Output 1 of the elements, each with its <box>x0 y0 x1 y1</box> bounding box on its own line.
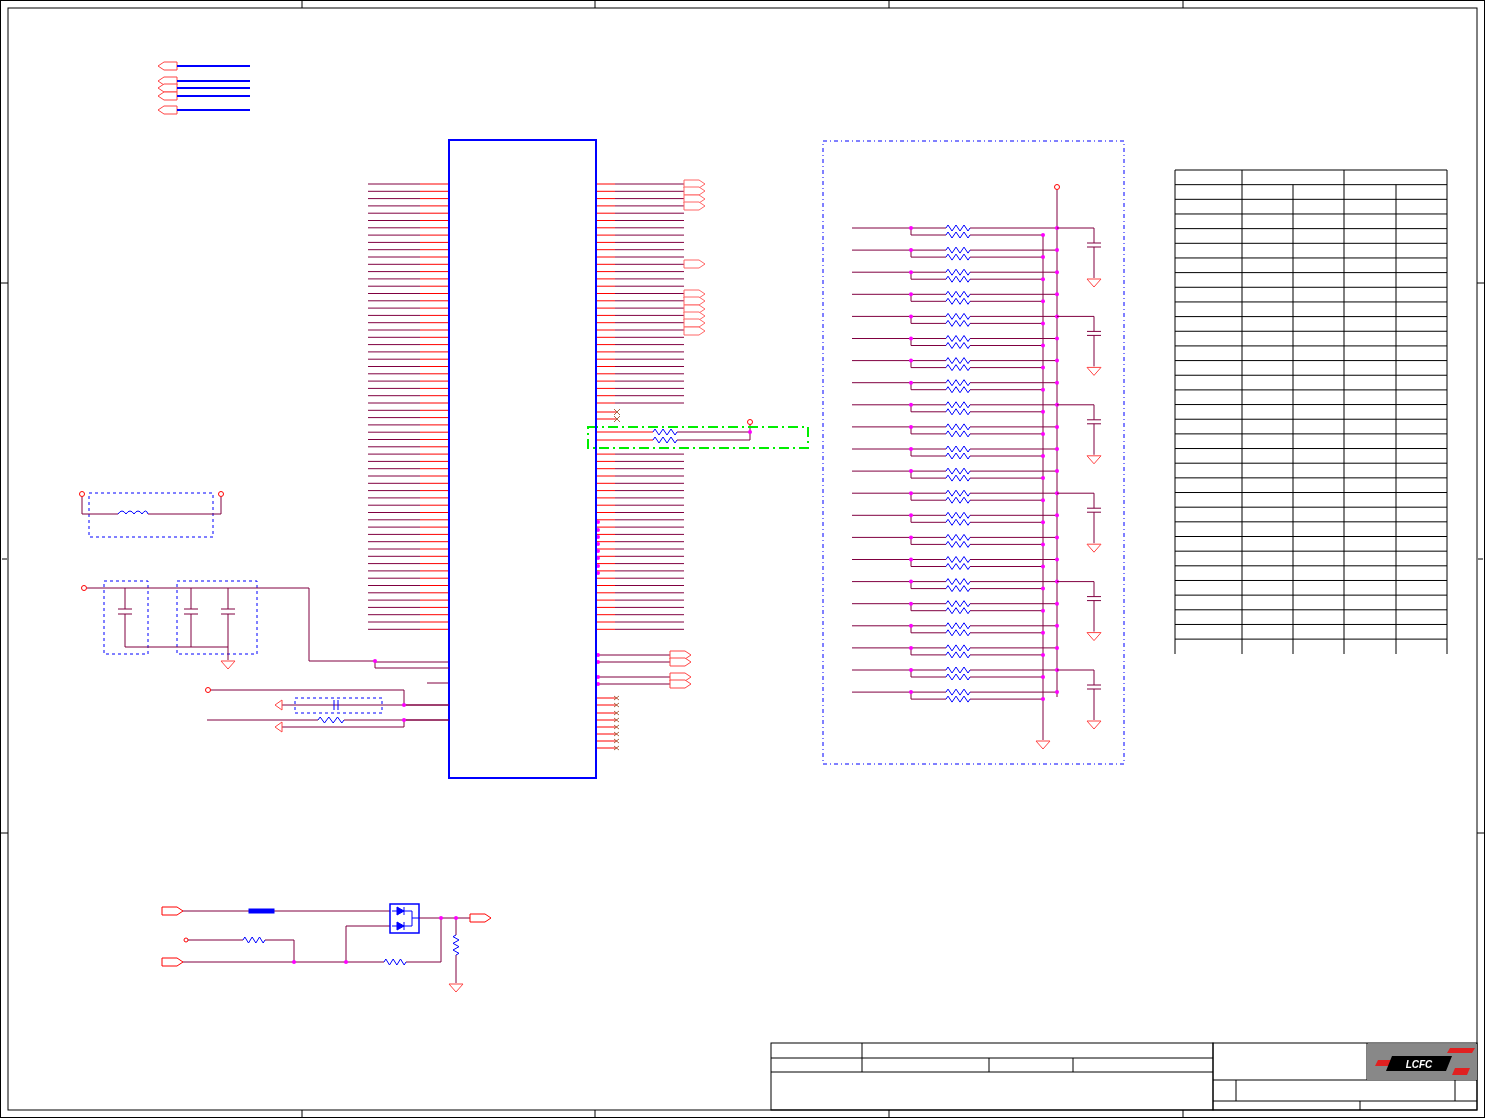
logo-text: LCFC <box>1405 1058 1433 1070</box>
